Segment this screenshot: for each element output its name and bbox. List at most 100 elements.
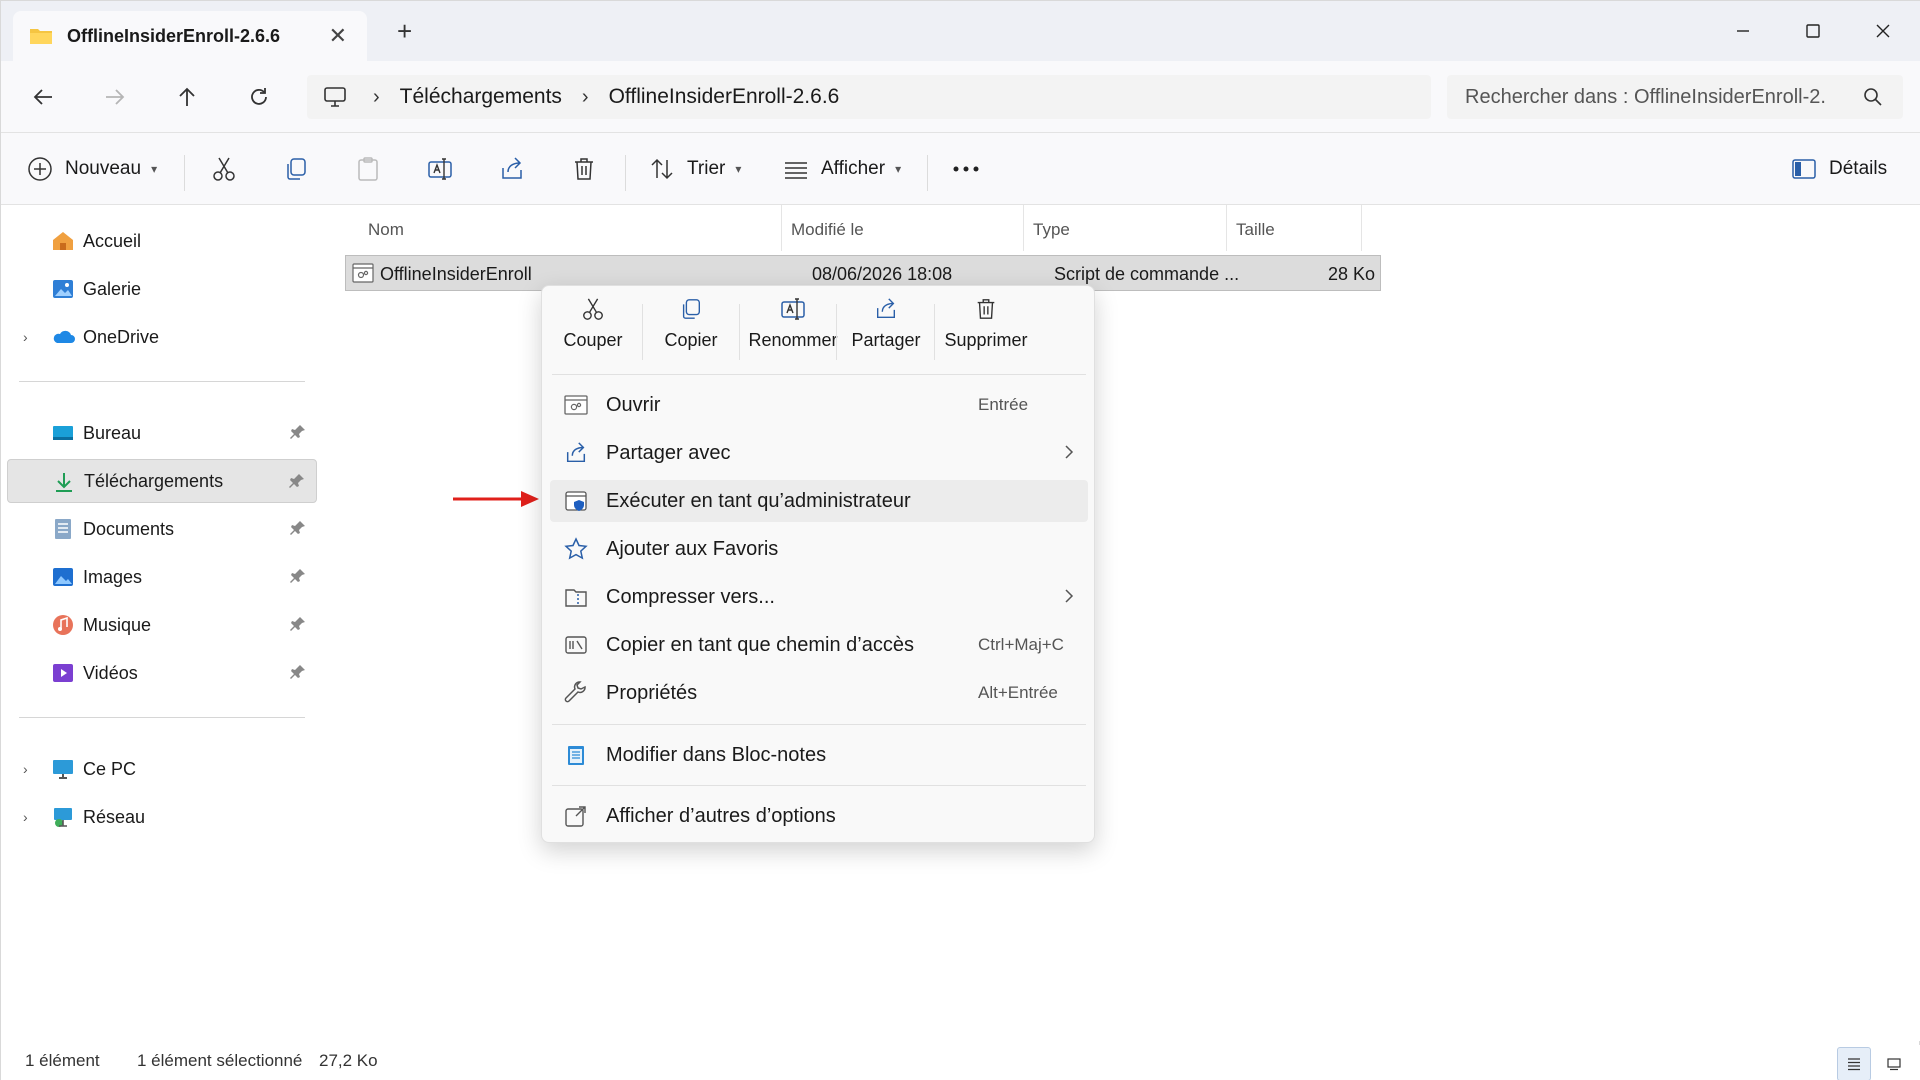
sidebar-item-label: Accueil (83, 230, 142, 251)
chevron-right-icon[interactable]: › (23, 329, 28, 345)
file-name: OfflineInsiderEnroll (380, 264, 532, 284)
menu-divider (552, 374, 1086, 375)
pin-icon[interactable] (289, 567, 307, 585)
tab-close-icon[interactable]: ✕ (329, 23, 347, 49)
share-icon (566, 442, 586, 463)
file-type: Script de commande ... (1054, 264, 1240, 284)
details-button[interactable]: Détails (1791, 151, 1887, 187)
column-header-name[interactable]: Nom (368, 215, 404, 245)
sidebar-item-reseau[interactable]: › Réseau (7, 795, 317, 839)
window-tab[interactable]: OfflineInsiderEnroll-2.6.6 ✕ (13, 11, 367, 61)
sidebar-item-musique[interactable]: Musique (7, 603, 317, 647)
menu-item-open[interactable]: Ouvrir Entrée (550, 384, 1088, 426)
delete-button[interactable] (571, 151, 597, 187)
forward-arrow-icon[interactable] (95, 79, 135, 115)
menu-item-label: Exécuter en tant qu’administrateur (606, 489, 911, 512)
address-bar[interactable]: › Téléchargements › OfflineInsiderEnroll… (307, 75, 1431, 119)
sidebar-item-bureau[interactable]: Bureau (7, 411, 317, 455)
menu-item-shortcut: Ctrl+Maj+C (978, 635, 1064, 654)
context-cut-button[interactable]: Couper (546, 296, 640, 366)
sidebar-item-galerie[interactable]: Galerie (7, 267, 317, 311)
desktop-folder-icon (53, 426, 73, 440)
column-divider[interactable] (781, 205, 782, 251)
context-copy-button[interactable]: Copier (644, 296, 738, 366)
chevron-right-icon[interactable]: › (23, 761, 28, 777)
cut-button[interactable] (211, 151, 237, 187)
menu-item-add-favorites[interactable]: Ajouter aux Favoris (550, 528, 1088, 570)
column-divider[interactable] (1361, 205, 1362, 251)
new-tab-icon[interactable]: + (397, 18, 412, 44)
column-divider[interactable] (1023, 205, 1024, 251)
menu-item-label: Ajouter aux Favoris (606, 537, 779, 560)
more-icon (953, 166, 979, 172)
share-button[interactable] (499, 151, 525, 187)
more-options-button[interactable] (951, 151, 981, 187)
menu-item-more-options[interactable]: Afficher d’autres d’options (550, 795, 1088, 837)
view-button[interactable]: Afficher ▾ (783, 151, 901, 187)
folder-icon (30, 29, 52, 44)
context-share-label: Partager (851, 330, 921, 350)
rename-button[interactable] (427, 151, 453, 187)
up-arrow-icon[interactable] (167, 79, 207, 115)
pin-icon[interactable] (289, 615, 307, 633)
copy-button[interactable] (283, 151, 309, 187)
search-icon[interactable] (1863, 87, 1883, 107)
column-header-type[interactable]: Type (1033, 215, 1070, 245)
breadcrumb-downloads[interactable]: Téléchargements (400, 85, 562, 109)
pin-icon[interactable] (289, 663, 307, 681)
back-arrow-icon[interactable] (23, 79, 63, 115)
context-share-button[interactable]: Partager (839, 296, 933, 366)
sidebar-item-onedrive[interactable]: › OneDrive (7, 315, 317, 359)
gallery-icon (53, 280, 73, 298)
context-cut-label: Couper (563, 330, 623, 350)
sidebar-item-accueil[interactable]: Accueil (7, 219, 317, 263)
context-delete-label: Supprimer (944, 330, 1028, 350)
menu-item-edit-notepad[interactable]: Modifier dans Bloc-notes (550, 734, 1088, 776)
menu-item-label: Modifier dans Bloc-notes (606, 743, 827, 766)
pin-icon[interactable] (288, 472, 306, 490)
sidebar-item-label: Galerie (83, 278, 142, 299)
menu-item-shortcut: Alt+Entrée (978, 683, 1058, 702)
menu-item-share-with[interactable]: Partager avec (550, 432, 1088, 474)
breadcrumb-current-folder[interactable]: OfflineInsiderEnroll-2.6.6 (609, 85, 840, 109)
menu-item-compress[interactable]: Compresser vers... (550, 576, 1088, 618)
menu-item-run-as-admin[interactable]: Exécuter en tant qu’administrateur (550, 480, 1088, 522)
column-header-modified[interactable]: Modifié le (791, 215, 864, 245)
menu-item-label: Copier en tant que chemin d’accès (606, 633, 914, 656)
minimize-icon[interactable] (1723, 11, 1763, 51)
onedrive-icon (53, 330, 75, 343)
search-input[interactable]: Rechercher dans : OfflineInsiderEnroll-2… (1447, 75, 1903, 119)
menu-item-copy-path[interactable]: Copier en tant que chemin d’accès Ctrl+M… (550, 624, 1088, 666)
tiles-view-button[interactable] (1877, 1047, 1911, 1080)
sidebar-item-telechargements[interactable]: Téléchargements (7, 459, 317, 503)
details-view-button[interactable] (1837, 1047, 1871, 1080)
column-divider[interactable] (1226, 205, 1227, 251)
refresh-icon[interactable] (239, 79, 279, 115)
column-header-size[interactable]: Taille (1236, 215, 1275, 245)
status-size: 27,2 Ko (319, 1051, 378, 1070)
tab-title: OfflineInsiderEnroll-2.6.6 (67, 25, 281, 46)
maximize-icon[interactable] (1793, 11, 1833, 51)
context-rename-label: Renommer (748, 330, 838, 350)
sidebar-item-images[interactable]: Images (7, 555, 317, 599)
sort-icon (651, 158, 673, 180)
context-copy-label: Copier (664, 330, 718, 350)
rename-icon (428, 158, 452, 180)
close-icon[interactable] (1863, 11, 1903, 51)
sidebar-item-documents[interactable]: Documents (7, 507, 317, 551)
sidebar-item-videos[interactable]: Vidéos (7, 651, 317, 695)
command-bar: Nouveau ▾ Trier ▾ Afficher ▾ Détails (1, 133, 1920, 205)
menu-item-label: Propriétés (606, 681, 698, 704)
admin-shield-icon (565, 491, 587, 511)
sort-button[interactable]: Trier ▾ (649, 151, 741, 187)
new-button[interactable]: Nouveau ▾ (27, 151, 157, 187)
chevron-right-icon[interactable]: › (23, 809, 28, 825)
paste-button[interactable] (355, 151, 381, 187)
details-pane-icon (1792, 159, 1816, 179)
scissors-icon (583, 298, 603, 320)
menu-item-properties[interactable]: Propriétés Alt+Entrée (550, 672, 1088, 714)
pin-icon[interactable] (289, 519, 307, 537)
sidebar-item-ce-pc[interactable]: › Ce PC (7, 747, 317, 791)
context-delete-button[interactable]: Supprimer (930, 296, 1042, 366)
pin-icon[interactable] (289, 423, 307, 441)
